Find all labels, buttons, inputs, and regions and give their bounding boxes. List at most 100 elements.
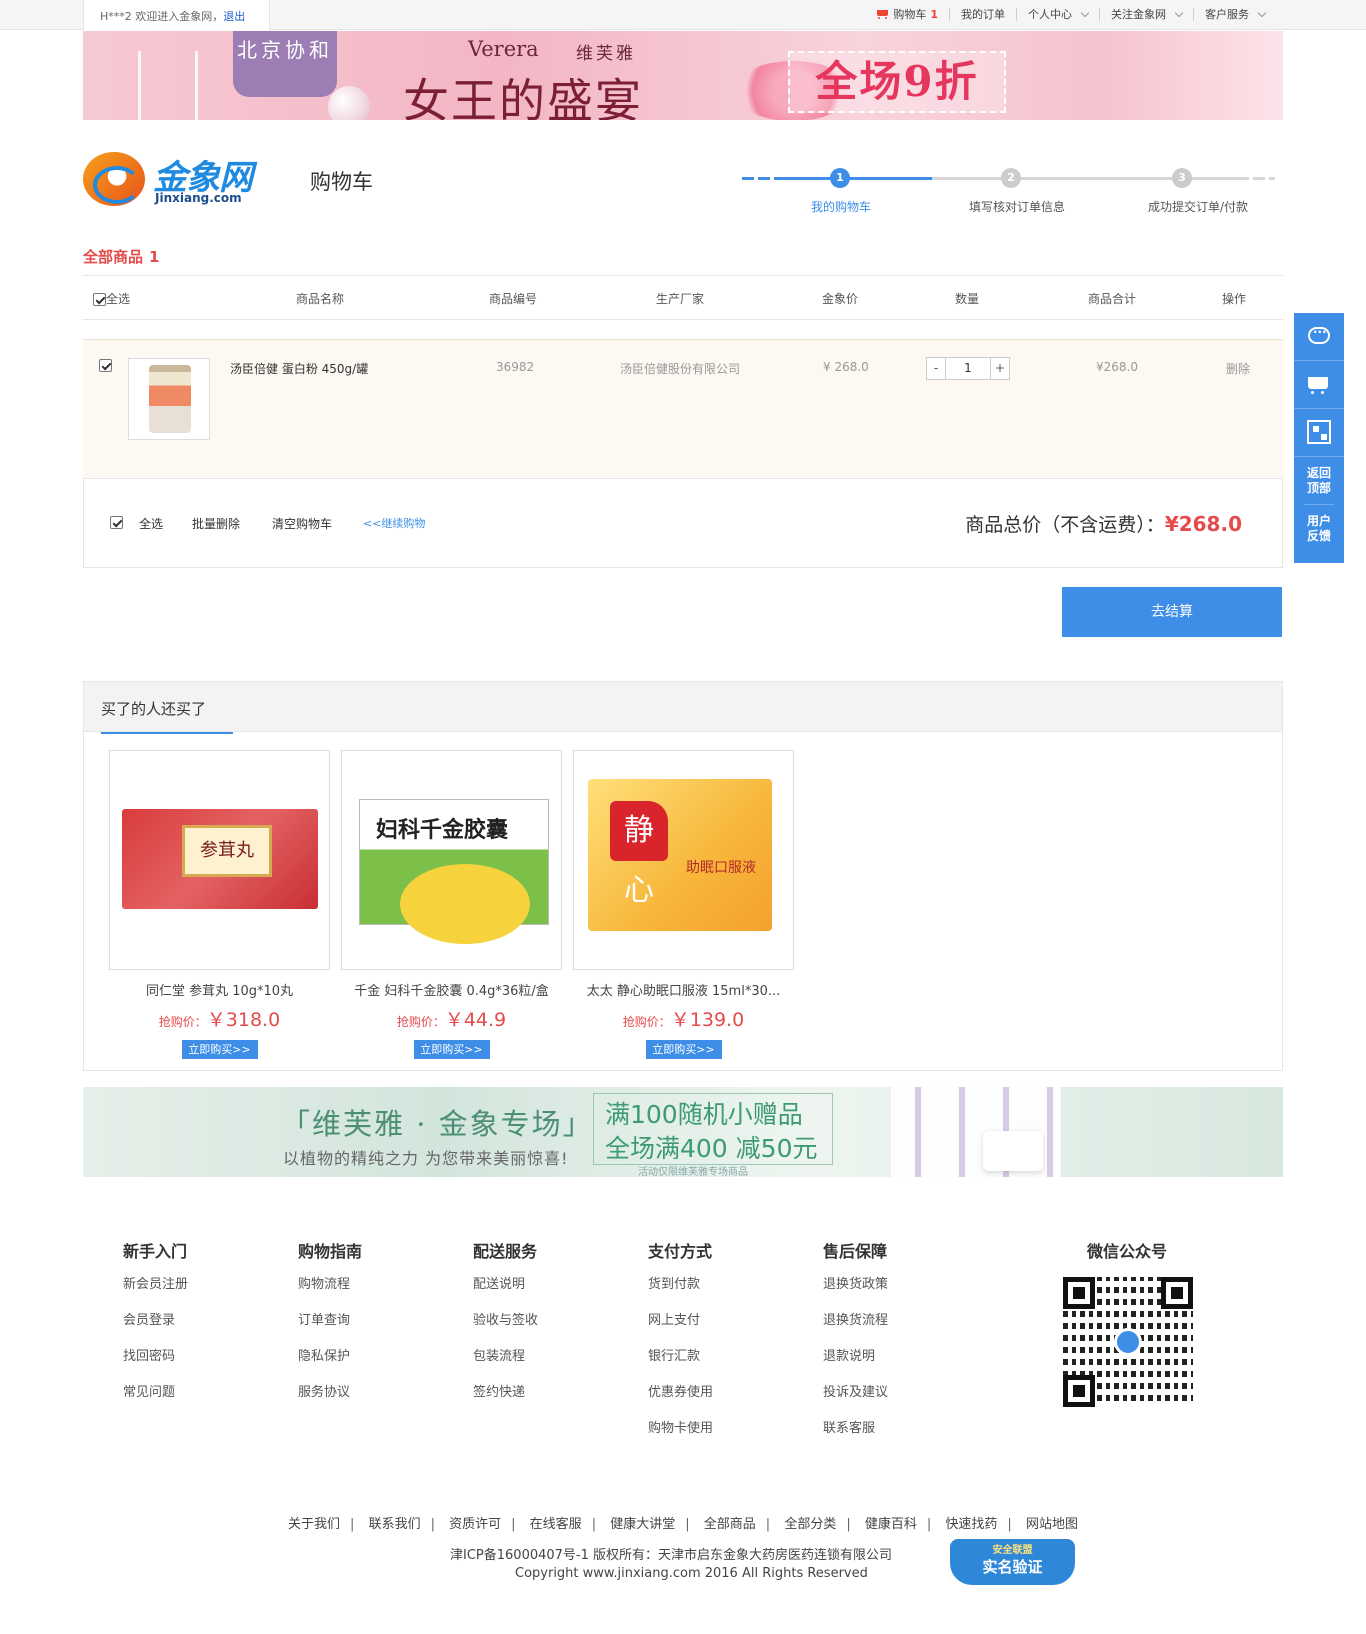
promo-banner-bottom[interactable]: 「维芙雅 · 金象专场」 以植物的精纯之力 为您带来美丽惊喜! 满100随机小赠…	[83, 1087, 1283, 1177]
footer-link[interactable]: 投诉及建议	[823, 1383, 888, 1419]
banner-brand: Verera	[468, 37, 539, 61]
side-qr-button[interactable]	[1294, 409, 1344, 457]
footer-bottom-link[interactable]: 资质许可	[449, 1517, 501, 1532]
welcome-text: H***2 欢迎进入金象网，	[100, 10, 224, 23]
footer-bottom-link[interactable]: 健康百科	[865, 1517, 917, 1532]
item-code: 36982	[496, 360, 535, 374]
footer-link[interactable]: 新会员注册	[123, 1275, 188, 1311]
item-checkbox[interactable]	[99, 359, 112, 372]
footer-link[interactable]: 联系客服	[823, 1419, 888, 1455]
top-nav-account[interactable]: 个人中心	[1017, 8, 1100, 21]
box-image: 静心 助眠口服液	[588, 779, 772, 931]
footer-bottom-link[interactable]: 快速找药	[945, 1517, 997, 1532]
footer-link[interactable]: 退款说明	[823, 1347, 888, 1383]
buy-now-button[interactable]: 立即购买>>	[413, 1040, 490, 1059]
site-logo[interactable]: 金象网 Jinxiang.com	[83, 150, 283, 212]
top-nav-service[interactable]: 客户服务	[1194, 8, 1276, 21]
clear-cart-link[interactable]: 清空购物车	[272, 515, 332, 532]
product-image[interactable]: 静心 助眠口服液	[573, 750, 794, 970]
logout-link[interactable]: 退出	[223, 10, 245, 23]
promo-banner-top[interactable]: 北京协和 Verera 维芙雅 女王的盛宴 全场9折	[83, 31, 1283, 120]
footer-link[interactable]: 隐私保护	[298, 1347, 362, 1383]
footer-link[interactable]: 签约快递	[473, 1383, 538, 1419]
footer-bottom-link[interactable]: 在线客服	[530, 1517, 582, 1532]
price-label: 抢购价：	[158, 1015, 207, 1029]
product-name[interactable]: 同仁堂 参茸丸 10g*10丸	[109, 980, 330, 999]
footer-bottom-link[interactable]: 健康大讲堂	[610, 1517, 675, 1532]
price-label: 抢购价：	[622, 1015, 671, 1029]
footer-bottom-link[interactable]: 全部商品	[704, 1517, 756, 1532]
side-toolbar: 返回顶部 用户反馈	[1294, 313, 1344, 563]
welcome-box: H***2 欢迎进入金象网，退出	[83, 0, 270, 31]
qty-decrease-button[interactable]: -	[927, 358, 945, 379]
footer-link[interactable]: 包装流程	[473, 1347, 538, 1383]
banner-badge: 北京协和	[233, 31, 337, 97]
back-to-top-button[interactable]: 返回顶部	[1304, 457, 1334, 505]
footer-link[interactable]: 退换货流程	[823, 1311, 888, 1347]
footer-bottom-link[interactable]: 网站地图	[1026, 1517, 1078, 1532]
buy-now-button[interactable]: 立即购买>>	[645, 1040, 722, 1059]
footer-link[interactable]: 退换货政策	[823, 1275, 888, 1311]
top-nav-follow[interactable]: 关注金象网	[1100, 8, 1194, 21]
recommend-tab[interactable]: 买了的人还买了	[101, 698, 233, 734]
item-delete-link[interactable]: 删除	[1226, 360, 1250, 377]
footer-link[interactable]: 配送说明	[473, 1275, 538, 1311]
footer-link[interactable]: 常见问题	[123, 1383, 188, 1419]
footer-link[interactable]: 货到付款	[648, 1275, 713, 1311]
verification-badge[interactable]: 安全联盟 实名验证	[950, 1539, 1075, 1585]
product-image[interactable]: 参茸丸	[109, 750, 330, 970]
footer-bottom-link[interactable]: 全部分类	[784, 1517, 836, 1532]
box-decoration	[400, 864, 530, 944]
progress-line-done	[782, 177, 932, 180]
badge-main-text: 实名验证	[982, 1558, 1043, 1576]
col-maker: 生产厂家	[656, 292, 705, 306]
footer-link[interactable]: 验收与签收	[473, 1311, 538, 1347]
footer-bottom-link[interactable]: 关于我们	[288, 1517, 340, 1532]
footer-link[interactable]: 优惠券使用	[648, 1383, 713, 1419]
product-name[interactable]: 太太 静心助眠口服液 15ml*30...	[573, 980, 794, 999]
continue-shopping-link[interactable]: <<继续购物	[363, 515, 425, 531]
total-label: 商品总价（不含运费）：	[965, 514, 1165, 536]
footer-link[interactable]: 订单查询	[298, 1311, 362, 1347]
qr-finder	[1063, 1375, 1095, 1407]
footer-link[interactable]: 购物流程	[298, 1275, 362, 1311]
cart-title-label: 全部商品	[83, 248, 144, 266]
footer-link[interactable]: 网上支付	[648, 1311, 713, 1347]
cart-section-title: 全部商品 1	[83, 246, 159, 267]
select-all-checkbox[interactable]	[93, 293, 106, 306]
side-cart-button[interactable]	[1294, 361, 1344, 409]
footer-select-all-label[interactable]: 全选	[139, 515, 163, 532]
checkout-button[interactable]: 去结算	[1062, 587, 1282, 637]
product-name[interactable]: 千金 妇科千金胶囊 0.4g*36粒/盒	[341, 980, 562, 999]
footer-link[interactable]: 服务协议	[298, 1383, 362, 1419]
top-nav-orders[interactable]: 我的订单	[950, 8, 1017, 21]
top-nav-cart[interactable]: 购物车 1	[864, 8, 950, 21]
footer-link[interactable]: 会员登录	[123, 1311, 188, 1347]
top-nav-follow-label: 关注金象网	[1111, 8, 1166, 21]
price-value: ￥139.0	[670, 1009, 745, 1031]
product-thumbnail[interactable]	[128, 358, 210, 440]
pearl-graphic	[328, 86, 370, 120]
footer-link[interactable]: 找回密码	[123, 1347, 188, 1383]
step-1-dot: 1	[830, 168, 850, 188]
buy-now-button[interactable]: 立即购买>>	[181, 1040, 258, 1059]
product-image[interactable]: 妇科千金胶囊	[341, 750, 562, 970]
box-image: 参茸丸	[122, 809, 318, 909]
promo-subtitle: 以植物的精纯之力 为您带来美丽惊喜!	[283, 1149, 569, 1168]
box-label: 静心	[610, 801, 668, 908]
footer-select-all-checkbox[interactable]	[110, 516, 123, 529]
qty-increase-button[interactable]: +	[991, 358, 1009, 379]
feedback-button[interactable]: 用户反馈	[1304, 505, 1334, 553]
footer-link[interactable]: 购物卡使用	[648, 1419, 713, 1455]
promo-offer-1: 满100随机小赠品	[605, 1100, 803, 1129]
batch-delete-link[interactable]: 批量删除	[192, 515, 240, 532]
item-name[interactable]: 汤臣倍健 蛋白粉 450g/罐	[230, 360, 368, 377]
qty-input[interactable]: 1	[945, 358, 991, 379]
footer-col-title: 支付方式	[648, 1242, 713, 1261]
promo-title: 「维芙雅 · 金象专场」	[281, 1107, 594, 1141]
jar-graphic	[983, 1131, 1043, 1171]
footer-bottom-link[interactable]: 联系我们	[369, 1517, 421, 1532]
select-all-header[interactable]: 全选	[93, 290, 130, 307]
footer-link[interactable]: 银行汇款	[648, 1347, 713, 1383]
chat-button[interactable]	[1294, 313, 1344, 361]
